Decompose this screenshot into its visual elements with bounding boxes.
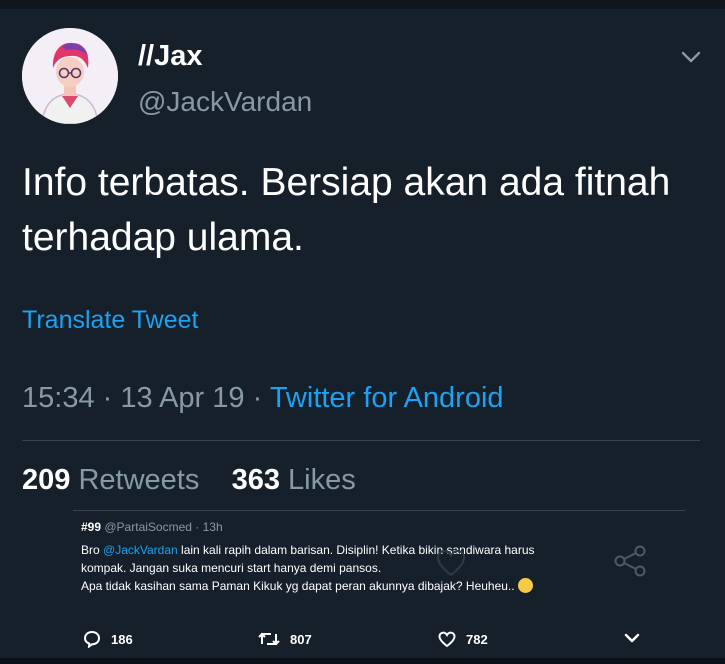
tweet-stats: 209 Retweets 363 Likes [22,464,356,497]
display-name[interactable]: //Jax [138,40,203,73]
avatar[interactable] [22,28,118,124]
reply-line-text: Apa tidak kasihan sama Paman Kikuk yg da… [81,579,515,593]
reply-action[interactable]: 186 [83,628,133,650]
translate-tweet-link[interactable]: Translate Tweet [22,306,198,335]
chevron-down-icon[interactable] [622,628,642,648]
tweet-time: 15:34 [22,382,95,414]
retweet-action[interactable]: 807 [258,628,312,650]
share-icon[interactable] [612,545,648,577]
comment-icon [83,630,101,648]
tweet-date: 13 Apr 19 [120,382,245,414]
divider [22,440,700,441]
tweet-text: Info terbatas. Bersiap akan ada fitnah t… [22,161,671,259]
like-count: 782 [466,631,488,647]
reply-author-name[interactable]: #99 [81,520,101,534]
chevron-down-icon[interactable] [678,44,704,70]
reply-mention-link[interactable]: @JackVardan [103,543,178,557]
bottom-separator [0,658,725,664]
reply-age: · 13h [195,520,223,534]
laughing-emoji-icon [517,578,533,593]
reply-line-text: Bro [81,543,104,557]
top-separator [0,0,725,9]
like-action[interactable]: 782 [438,628,488,650]
meta-separator: · [102,382,113,414]
reply-line: Bro @JackVardan lain kali rapih dalam ba… [81,541,621,559]
reply-line-text: lain kali rapih dalam barisan. Disiplin!… [177,543,535,557]
retweet-count: 807 [290,631,312,647]
avatar-illustration [22,28,118,124]
reply-count: 186 [111,631,133,647]
reply-line: kompak. Jangan suka mencuri start hanya … [81,561,382,575]
reply-text: Bro @JackVardan lain kali rapih dalam ba… [81,541,621,595]
likes-stat[interactable]: 363 Likes [232,464,356,496]
tweet-metadata: 15:34 · 13 Apr 19 · Twitter for Android [22,382,504,415]
meta-separator: · [252,382,263,414]
retweets-count: 209 [22,464,71,496]
reply-author-handle[interactable]: @PartaiSocmed [104,520,192,534]
tweet-source-link[interactable]: Twitter for Android [270,382,504,414]
user-handle[interactable]: @JackVardan [138,86,312,118]
likes-count: 363 [231,464,280,496]
likes-label: Likes [288,464,356,496]
retweets-label: Retweets [78,464,200,496]
reply-line: Apa tidak kasihan sama Paman Kikuk yg da… [81,577,621,595]
reply-header: #99 @PartaiSocmed · 13h [81,520,223,534]
retweets-stat[interactable]: 209 Retweets [22,464,199,496]
retweet-icon [258,632,280,646]
heart-icon [436,549,466,577]
heart-icon [438,631,456,647]
